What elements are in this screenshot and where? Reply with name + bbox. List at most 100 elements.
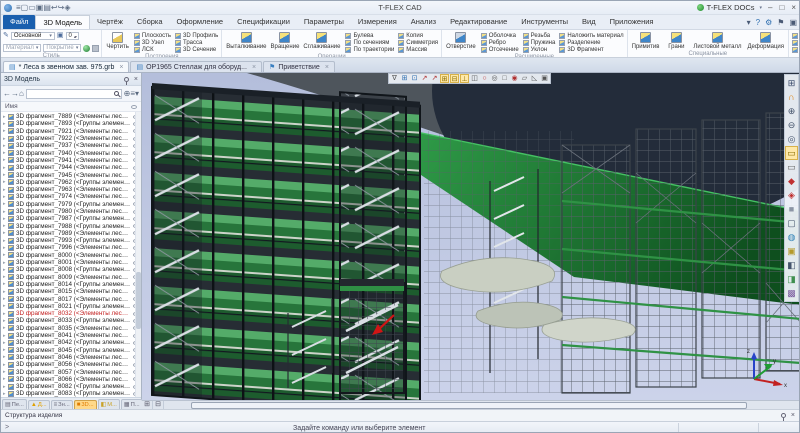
ribbon-item[interactable]: Размер — [792, 39, 799, 46]
tree-item[interactable]: ▸ 3D фрагмент_8066 (<Элементы лесов>Тра.… — [1, 376, 141, 383]
ribbon-tab[interactable]: Анализ — [404, 15, 443, 29]
ribbon-item[interactable]: Ребро — [480, 39, 519, 46]
panel-tab[interactable]: ▤ Пе... — [2, 399, 27, 409]
home-icon[interactable]: ⌂ — [19, 89, 24, 98]
tree-scrollbar[interactable] — [135, 112, 141, 397]
tree-item[interactable]: ▸ 3D фрагмент_8045 (<Группы элементов>..… — [1, 347, 141, 354]
ribbon-item[interactable]: 3D Узел — [133, 39, 171, 46]
document-tab[interactable]: ⚑ Приветствие × — [263, 61, 335, 72]
shaded-view-icon[interactable]: ■ — [785, 202, 798, 216]
tree-item[interactable]: ▸ 3D фрагмент_7922 (<Элементы лесов>Сто.… — [1, 135, 141, 142]
arrow-ne2-icon[interactable]: ↗ — [430, 74, 439, 83]
ribbon-tab[interactable]: Инструменты — [514, 15, 575, 29]
print-icon[interactable]: ▤ — [43, 3, 51, 12]
document-tab[interactable]: ▤ ОР1965 Стеллаж для оборуд... × — [130, 61, 263, 72]
ribbon-item[interactable]: Отсечение — [480, 46, 519, 53]
tree-item[interactable]: ▸ 3D фрагмент_7921 (<Элементы лесов>Сто.… — [1, 128, 141, 135]
close-tab-icon[interactable]: × — [119, 64, 123, 71]
ribbon-big-button[interactable]: Сглаживание — [301, 31, 342, 54]
tree-item[interactable]: ▸ 3D фрагмент_8001 (<Элементы лесов>Сто.… — [1, 259, 141, 266]
filter-icon[interactable]: ∇ — [390, 74, 399, 83]
select-solid-icon[interactable]: ▣ — [540, 74, 549, 83]
tree-item[interactable]: ▸ 3D фрагмент_8015 (<Элементы лесов>Кон.… — [1, 288, 141, 295]
ribbon-item[interactable]: Пружина — [522, 39, 555, 46]
3d-scene[interactable]: x y z — [142, 73, 799, 400]
hscroll-thumb[interactable] — [191, 401, 747, 409]
tree-item[interactable]: ▸ 3D фрагмент_7974 (<Элементы лесов>Сто.… — [1, 193, 141, 200]
flag-icon[interactable]: ⚑ — [777, 18, 784, 27]
tree-item[interactable]: ▸ 3D фрагмент_8021 (<Группы элементов>..… — [1, 303, 141, 310]
tree-item[interactable]: ▸ 3D фрагмент_7979 (<Группы элементов>..… — [1, 201, 141, 208]
search-icon[interactable] — [113, 91, 119, 96]
tree-item[interactable]: ▸ 3D фрагмент_8014 (<Группы элементов>..… — [1, 281, 141, 288]
ribbon-item[interactable]: Трасса — [174, 39, 218, 46]
search-input[interactable] — [28, 90, 114, 97]
ribbon-item[interactable]: Наложить материал — [559, 32, 624, 39]
tree-item[interactable]: ▸ 3D фрагмент_8032 (<Элементы лесов>Тра.… — [1, 310, 141, 317]
ribbon-tab[interactable]: Вид — [575, 15, 603, 29]
select-face-icon[interactable]: ◫ — [470, 74, 479, 83]
tree-item[interactable]: ▸ 3D фрагмент_8082 (<Группы элементов>..… — [1, 383, 141, 390]
coating-combo[interactable]: Покрытие ▾ — [43, 43, 82, 53]
panel-tab[interactable]: ▦ П... — [120, 399, 143, 409]
ribbon-tab[interactable]: Приложения — [603, 15, 661, 29]
select-box-icon[interactable]: ⊡ — [410, 74, 419, 83]
tree-item[interactable]: ▸ 3D фрагмент_8041 (<Элементы лесов>Сто.… — [1, 332, 141, 339]
tree-item[interactable]: ▸ 3D фрагмент_7996 (<Элементы лесов>Кон.… — [1, 244, 141, 251]
tree-item[interactable]: ▸ 3D фрагмент_8017 (<Элементы лесов>Сто.… — [1, 295, 141, 303]
ribbon-tab[interactable]: Параметры — [297, 15, 351, 29]
ribbon-item[interactable]: 3D Сечение — [174, 46, 218, 53]
forward-icon[interactable]: → — [11, 89, 19, 98]
select-plane-icon[interactable]: ▱ — [520, 74, 529, 83]
tree-item[interactable]: ▸ 3D фрагмент_8083 (<Группы элементов>..… — [1, 390, 141, 397]
level-spinner[interactable]: 0 ▴▾ — [65, 31, 79, 41]
tree-item[interactable]: ▸ 3D фрагмент_8033 (<Группы элементов>..… — [1, 317, 141, 324]
ribbon-item[interactable]: Симметрия — [398, 39, 438, 46]
tree-item[interactable]: ▸ 3D фрагмент_8057 (<Элементы лесов>Сто.… — [1, 368, 141, 376]
close-tab-icon[interactable]: × — [252, 64, 256, 71]
tree-item[interactable]: ▸ 3D фрагмент_7941 (<Элементы лесов>Сто.… — [1, 157, 141, 164]
filter-dropdown-icon[interactable]: ▾ — [135, 89, 139, 98]
ribbon-item[interactable]: По траектории — [345, 46, 394, 53]
globe-view-icon[interactable]: ◍ — [785, 230, 798, 244]
scrollbar-thumb[interactable] — [135, 271, 141, 329]
tflex-docs-button[interactable]: T-FLEX DOCs ▾ — [696, 3, 762, 12]
tree-item[interactable]: ▸ 3D фрагмент_7988 (<Группы элементов>..… — [1, 222, 141, 230]
open-icon[interactable]: ▭ — [28, 3, 36, 12]
panel-tab[interactable]: ≡ Зн... — [50, 400, 73, 409]
viewport-hscrollbar[interactable]: ⊞ ⊟ — [142, 400, 799, 409]
undo-icon[interactable]: ↩ — [51, 3, 58, 12]
image-view-icon[interactable]: ▩ — [785, 286, 798, 300]
rotate-view2-icon[interactable]: ◈ — [785, 188, 798, 202]
magnet-icon[interactable]: ∩ — [785, 90, 798, 104]
material-combo[interactable]: Материал ▾ — [3, 43, 42, 53]
clip-view-icon[interactable]: ◨ — [785, 272, 798, 286]
tree-item[interactable]: ▸ 3D фрагмент_7944 (<Элементы лесов>Сто.… — [1, 164, 141, 171]
material-view-icon[interactable]: ▣ — [785, 244, 798, 258]
ribbon-item[interactable]: Плоскость — [133, 32, 171, 39]
ribbon-tab[interactable]: Редактирование — [443, 15, 514, 29]
back-icon[interactable]: ← — [3, 89, 11, 98]
tree-item[interactable]: ▸ 3D фрагмент_8008 (<Группы элементов>..… — [1, 266, 141, 273]
tree-item[interactable]: ▸ 3D фрагмент_8042 (<Группы элементов>..… — [1, 339, 141, 346]
ribbon-tab[interactable]: 3D Модель — [35, 15, 91, 29]
tree-item[interactable]: ▸ 3D фрагмент_8046 (<Элементы лесов>Тра.… — [1, 354, 141, 361]
ribbon-tab[interactable]: Оформление — [170, 15, 231, 29]
select-circle-icon[interactable]: ○ — [480, 74, 489, 83]
tree-item[interactable]: ▸ 3D фрагмент_8000 (<Элементы лесов>Кон.… — [1, 252, 141, 259]
arrow-ne-icon[interactable]: ↗ — [420, 74, 429, 83]
ribbon-big-button[interactable]: Листовой металл — [691, 31, 743, 51]
ribbon-tab[interactable]: Сборка — [130, 15, 170, 29]
ribbon-item[interactable]: 3D Фрагмент — [559, 46, 623, 53]
zoom-window-icon[interactable]: ◎ — [785, 132, 798, 146]
ribbon-item[interactable]: По сечениям — [345, 39, 394, 46]
ribbon-big-button[interactable]: Грани — [663, 31, 689, 51]
zoom-out-icon[interactable]: ⊖ — [785, 118, 798, 132]
ribbon-item[interactable]: 3D Профиль — [174, 32, 218, 39]
ribbon-big-button[interactable]: Деформация — [745, 31, 786, 51]
page-layout2-icon[interactable]: ⊟ — [153, 401, 164, 409]
hole-button[interactable]: Отверстие — [444, 31, 478, 54]
tree-item[interactable]: ▸ 3D фрагмент_8035 (<Элементы лесов>Сто.… — [1, 325, 141, 332]
window-button[interactable]: × — [791, 3, 796, 12]
tree-item[interactable]: ▸ 3D фрагмент_8056 (<Элементы лесов>Сто.… — [1, 361, 141, 368]
